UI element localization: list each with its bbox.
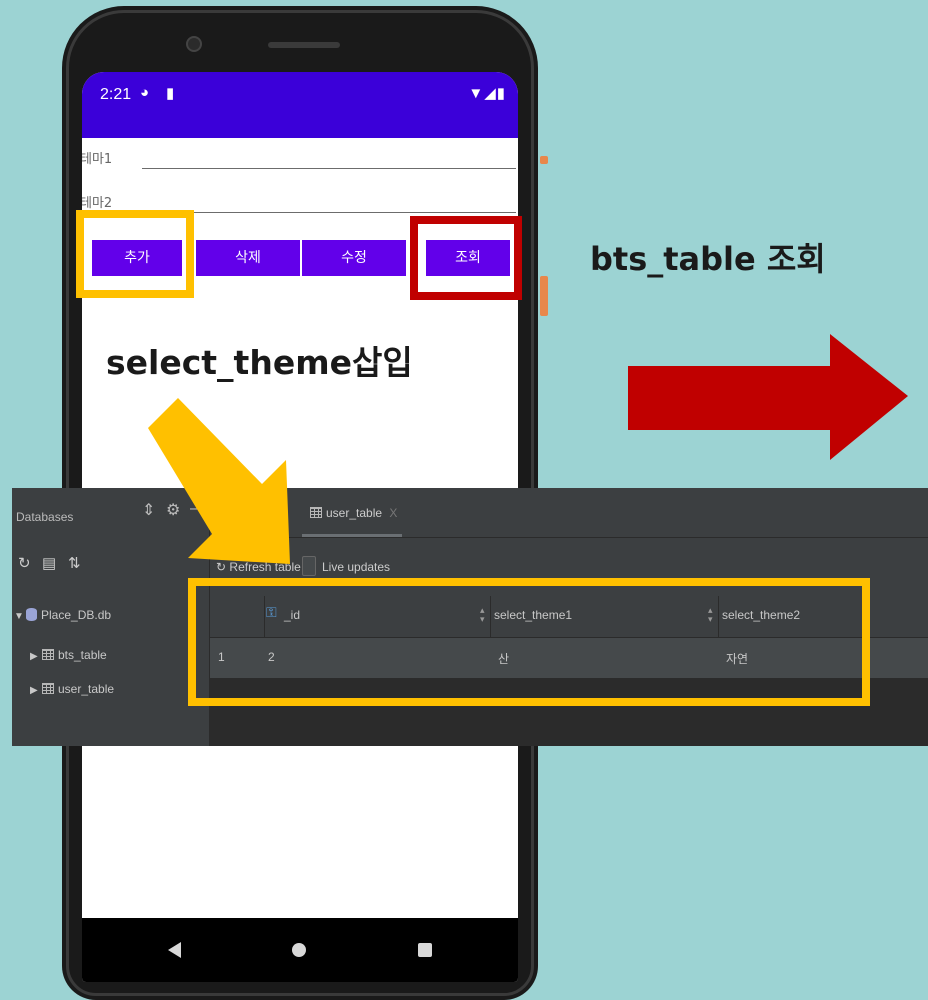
earpiece-speaker: [268, 42, 340, 48]
tab-label: user_table: [326, 506, 383, 520]
theme1-input[interactable]: [142, 168, 516, 169]
back-icon[interactable]: [168, 942, 181, 958]
tree-table-bts[interactable]: ▶ bts_table: [30, 648, 107, 662]
add-button-highlight: [76, 210, 194, 298]
refresh-db-icon[interactable]: ↻: [18, 554, 31, 572]
query-button-highlight: [410, 216, 522, 300]
sd-card-icon: ▮: [166, 85, 175, 102]
keep-connection-icon[interactable]: ⇅: [68, 554, 81, 572]
tab-user-table[interactable]: user_table X: [310, 506, 397, 520]
update-button[interactable]: 수정: [302, 240, 406, 276]
table-icon: [310, 507, 322, 518]
caption-query: bts_table 조회: [590, 240, 826, 278]
home-icon[interactable]: [292, 943, 306, 957]
table-name: user_table: [58, 682, 115, 696]
table-name: bts_table: [58, 648, 107, 662]
notification-icon: ◕: [140, 84, 150, 101]
database-icon: [26, 608, 37, 621]
tree-database[interactable]: ▼ Place_DB.db: [14, 608, 111, 622]
expand-arrow-icon[interactable]: ▶: [30, 651, 42, 662]
caption-insert: select_theme삽입: [106, 343, 413, 382]
tab-close-icon[interactable]: X: [389, 506, 397, 520]
live-updates-label: Live updates: [322, 560, 391, 574]
front-camera: [186, 36, 202, 52]
active-tab-indicator: [302, 534, 402, 537]
recents-icon[interactable]: [418, 943, 432, 957]
status-time: 2:21: [100, 86, 132, 103]
navigation-bar: [82, 918, 518, 982]
side-button: [540, 276, 548, 316]
database-name: Place_DB.db: [41, 608, 112, 622]
status-bar: 2:21 ◕ ▮ ▼◢▮: [82, 72, 518, 138]
databases-title: Databases: [16, 510, 74, 524]
delete-button[interactable]: 삭제: [196, 240, 300, 276]
table-icon: [42, 683, 54, 694]
tab-bar: X user_table X: [210, 488, 928, 538]
theme2-input[interactable]: [142, 212, 516, 213]
side-button: [540, 156, 548, 164]
table-icon: [42, 649, 54, 660]
query-db-icon[interactable]: ▤: [42, 554, 56, 572]
grid-highlight: [188, 578, 870, 706]
tree-table-user[interactable]: ▶ user_table: [30, 682, 114, 696]
signal-battery-icon: ▼◢▮: [468, 85, 506, 102]
expand-arrow-icon[interactable]: ▼: [14, 611, 26, 622]
expand-arrow-icon[interactable]: ▶: [30, 685, 42, 696]
yellow-arrow-icon: [148, 398, 290, 564]
red-arrow-icon: [628, 334, 908, 460]
theme2-label: 테마2: [82, 196, 113, 211]
theme1-label: 테마1: [82, 152, 113, 167]
